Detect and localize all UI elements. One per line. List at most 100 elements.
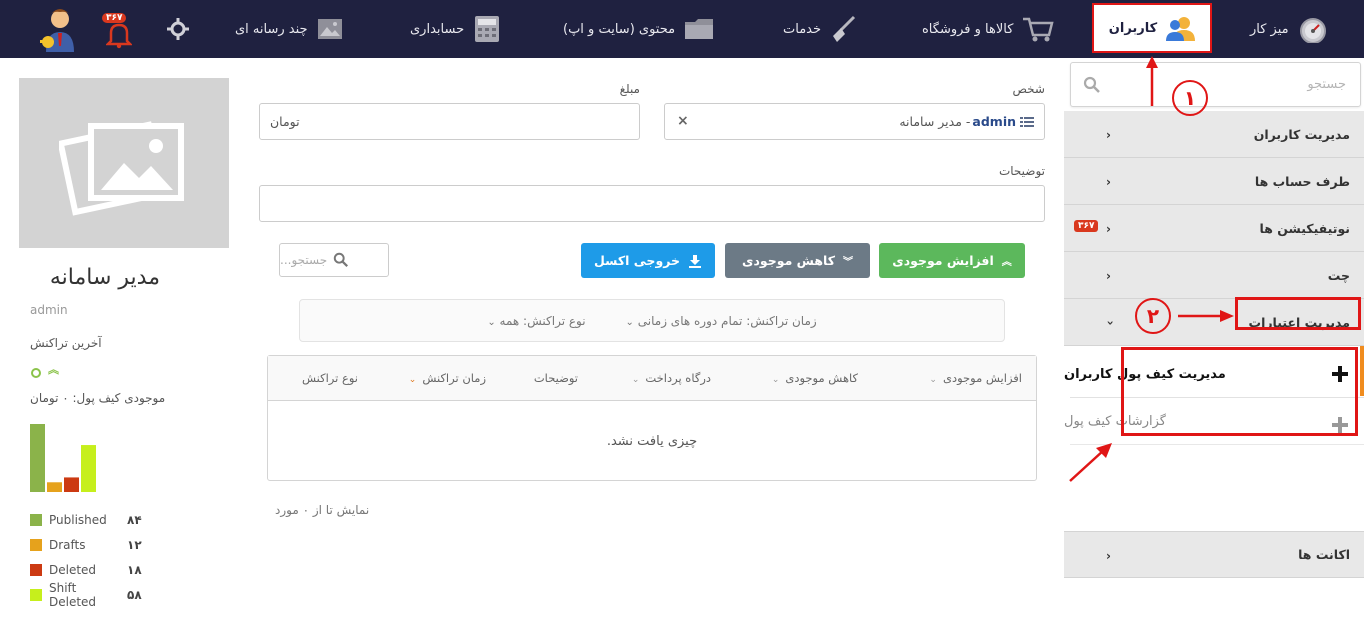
legend-label: Drafts <box>49 538 86 552</box>
person-select[interactable]: admin - مدیر سامانه × <box>664 103 1045 140</box>
legend-item-deleted: Deleted ۱۸ <box>30 562 142 578</box>
transaction-status-dot <box>31 368 41 378</box>
column-label: توضیحات <box>533 371 578 385</box>
filter-type-label: نوع تراکنش: همه <box>499 313 586 328</box>
list-icon <box>1020 116 1034 127</box>
clear-selection-icon[interactable]: × <box>677 113 689 129</box>
decrease-balance-label: کاهش موجودی <box>742 253 835 268</box>
column-header-time[interactable]: زمان تراکنش ⌄ <box>409 371 486 385</box>
legend-label: Published <box>49 513 107 527</box>
chart-bar-shift-deleted <box>81 445 96 492</box>
column-label: کاهش موجودی <box>785 371 858 385</box>
nav-content-label: محتوی (سایت و اپ) <box>563 21 676 37</box>
notification-count-badge: ۳۶۷ <box>102 13 127 23</box>
nav-crosshair[interactable] <box>166 0 190 58</box>
legend-value: ۸۴ <box>127 513 142 527</box>
legend-item-shift-deleted: Shift Deleted ۵۸ <box>30 581 142 609</box>
excel-export-label: خروجی اکسل <box>594 253 680 268</box>
wallet-balance: موجودی کیف پول: ۰ تومان <box>30 391 166 405</box>
nav-services[interactable]: خدمات <box>783 0 857 58</box>
legend-value: ۱۲ <box>127 538 142 552</box>
legend-label: Deleted <box>49 563 97 577</box>
cart-icon <box>1023 17 1055 42</box>
person-fullname: - مدیر سامانه <box>899 114 971 129</box>
grid-search-box[interactable]: جستجو... <box>279 243 389 277</box>
grid-search-placeholder: جستجو... <box>280 253 328 267</box>
broom-icon <box>833 15 856 42</box>
legend-value: ۵۸ <box>127 588 142 602</box>
nav-shop[interactable]: کالاها و فروشگاه <box>922 0 1055 58</box>
nav-multimedia-label: چند رسانه ای <box>235 21 308 37</box>
nav-content[interactable]: محتوی (سایت و اپ) <box>563 0 715 58</box>
amount-unit: تومان <box>270 114 300 129</box>
nav-multimedia[interactable]: چند رسانه ای <box>235 0 344 58</box>
chevron-up-icon: ︽ <box>1001 257 1012 268</box>
active-indicator <box>1360 346 1364 396</box>
description-input[interactable] <box>259 185 1045 222</box>
chevron-down-icon: ⌄ <box>625 316 634 328</box>
filter-transaction-type[interactable]: نوع تراکنش: همه ⌄ <box>487 314 585 328</box>
column-label: زمان تراکنش <box>422 371 486 385</box>
calculator-icon <box>475 16 500 42</box>
legend-swatch <box>30 589 42 601</box>
column-header-type[interactable]: نوع تراکنش <box>302 371 358 385</box>
column-header-decrease[interactable]: کاهش موجودی ⌄ <box>772 371 858 385</box>
column-label: نوع تراکنش <box>301 371 358 385</box>
filter-bar: زمان تراکنش: تمام دوره های زمانی ⌄ نوع ت… <box>299 299 1005 342</box>
nav-users-label: کاربران <box>1108 20 1158 36</box>
column-header-gateway[interactable]: درگاه پرداخت ⌄ <box>632 371 711 385</box>
legend-item-published: Published ۸۴ <box>30 512 142 528</box>
column-header-description[interactable]: توضیحات <box>534 371 578 385</box>
increase-balance-label: افزایش موجودی <box>892 253 994 268</box>
nav-admin-avatar[interactable] <box>38 0 78 58</box>
sidebar-item-accounts[interactable]: › اکانت ها <box>1064 531 1364 578</box>
legend-value: ۱۸ <box>127 563 142 577</box>
profile-image-placeholder <box>19 78 229 248</box>
chart-bar-published <box>30 424 45 492</box>
profile-name: مدیر سامانه <box>49 265 160 290</box>
transactions-table: افزایش موجودی ⌄ کاهش موجودی ⌄ درگاه پرداخت… <box>267 355 1037 481</box>
excel-export-button[interactable]: خروجی اکسل <box>581 243 715 278</box>
chart-bar-drafts <box>47 482 62 492</box>
picture-icon <box>317 19 342 39</box>
column-label: افزایش موجودی <box>942 371 1022 385</box>
users-icon <box>1166 17 1196 41</box>
sort-icon: ⌄ <box>771 375 780 385</box>
nav-accounting[interactable]: حسابداری <box>410 0 502 58</box>
legend-swatch <box>30 564 42 576</box>
increase-balance-button[interactable]: ︽ افزایش موجودی <box>879 243 1025 278</box>
sort-icon: ⌄ <box>408 375 417 385</box>
search-icon <box>333 252 349 268</box>
chevron-right-icon: › <box>1106 549 1111 563</box>
filter-transaction-time[interactable]: زمان تراکنش: تمام دوره های زمانی ⌄ <box>626 314 817 328</box>
sort-icon: ⌄ <box>631 375 640 385</box>
profile-username: admin <box>30 303 68 317</box>
crosshair-icon <box>167 18 189 40</box>
nav-users[interactable]: کاربران <box>1092 3 1212 53</box>
column-label: درگاه پرداخت <box>645 371 711 385</box>
nav-accounting-label: حسابداری <box>410 21 465 37</box>
bell-icon <box>106 23 132 49</box>
person-label: شخص <box>1012 82 1045 96</box>
description-label: توضیحات <box>998 164 1045 178</box>
nav-notifications[interactable]: ۳۶۷ <box>100 0 132 58</box>
nav-shop-label: کالاها و فروشگاه <box>922 21 1014 37</box>
amount-input[interactable]: تومان <box>259 103 640 140</box>
legend-item-drafts: Drafts ۱۲ <box>30 537 142 553</box>
column-header-increase[interactable]: افزایش موجودی ⌄ <box>929 371 1022 385</box>
filter-time-label: زمان تراکنش: تمام دوره های زمانی <box>637 313 817 328</box>
chart-bar-deleted <box>64 477 79 492</box>
folder-icon <box>685 19 714 39</box>
chevron-down-icon: ⌄ <box>487 316 496 328</box>
chevron-down-icon: ︾ <box>842 257 853 268</box>
amount-label: مبلغ <box>619 82 640 96</box>
nav-dashboard[interactable]: میز کار <box>1250 0 1329 58</box>
decrease-balance-button[interactable]: ︾ کاهش موجودی <box>725 243 870 278</box>
sort-icon: ⌄ <box>929 375 937 385</box>
legend-swatch <box>30 514 42 526</box>
annotation-arrows <box>1069 56 1234 482</box>
download-icon <box>689 254 701 268</box>
legend-swatch <box>30 539 42 551</box>
empty-message: چیزی یافت نشد. <box>606 434 698 449</box>
table-header: افزایش موجودی ⌄ کاهش موجودی ⌄ درگاه پرداخت… <box>268 356 1036 401</box>
